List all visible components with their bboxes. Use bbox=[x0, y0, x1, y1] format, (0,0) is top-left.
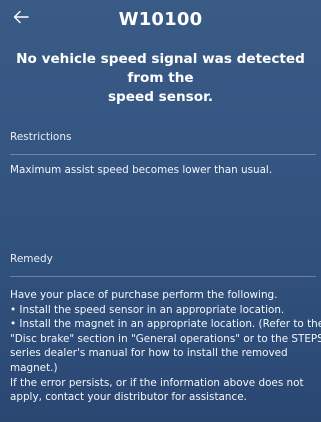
remedy-line: Have your place of purchase perform the … bbox=[10, 289, 278, 301]
remedy-line: • Install the speed sensor in an appropr… bbox=[10, 303, 285, 316]
restrictions-divider bbox=[10, 154, 316, 155]
restrictions-text: Maximum assist speed becomes lower than … bbox=[10, 164, 273, 176]
arrow-left-icon bbox=[13, 10, 29, 24]
remedy-line: series dealer's manual for how to instal… bbox=[10, 347, 288, 360]
page-title: W10100 bbox=[118, 8, 203, 30]
remedy-line: If the error persists, or if the informa… bbox=[10, 376, 304, 389]
remedy-divider bbox=[10, 276, 316, 277]
app-header: W10100 bbox=[0, 0, 321, 36]
remedy-label: Remedy bbox=[10, 253, 53, 265]
error-headline-line-1: No vehicle speed signal was detected fro… bbox=[16, 51, 305, 86]
remedy-line: • Install the magnet in an appropriate l… bbox=[10, 318, 321, 331]
remedy-line: "Disc brake" section in "General operati… bbox=[10, 332, 321, 345]
remedy-line: magnet.) bbox=[10, 361, 58, 374]
remedy-text: Have your place of purchase perform the … bbox=[10, 288, 321, 405]
error-headline: No vehicle speed signal was detected fro… bbox=[10, 50, 311, 107]
error-headline-line-2: speed sensor. bbox=[107, 89, 214, 105]
restrictions-label: Restrictions bbox=[10, 131, 72, 143]
remedy-line: apply, contact your distributor for assi… bbox=[10, 391, 247, 404]
back-button[interactable] bbox=[8, 4, 34, 30]
